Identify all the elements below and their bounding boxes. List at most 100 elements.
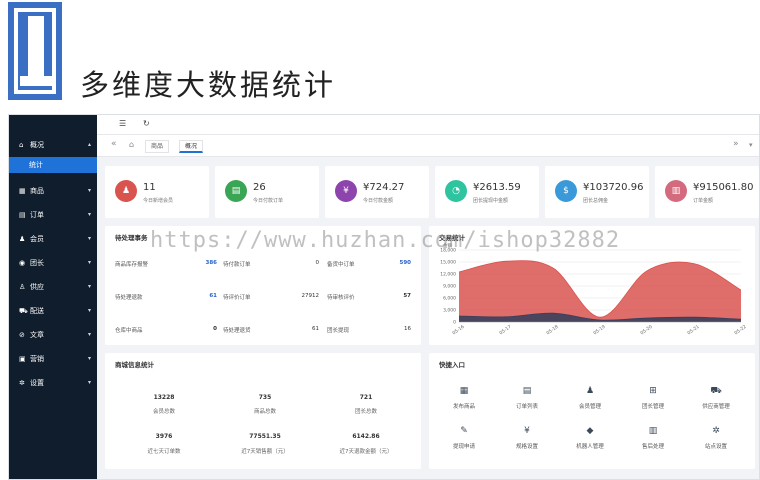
panel-title: 商城信息统计	[115, 361, 154, 369]
quick-entry-leader-management[interactable]: ⊞ 团长管理	[623, 385, 683, 410]
panel-title: 待处理事务	[115, 234, 148, 242]
stat-value: ¥2613.59	[473, 182, 521, 193]
sidebar-item-delivery[interactable]: ⛟ 配送 ▾	[9, 299, 97, 323]
stat-card-paid-orders[interactable]: ▤ 26 今日付款订单	[215, 166, 319, 218]
sidebar-item-supply[interactable]: ♙ 供应 ▾	[9, 275, 97, 299]
todo-value: 27912	[301, 293, 320, 299]
quick-entry-publish-product[interactable]: ▦ 发布商品	[434, 385, 494, 410]
stat-card-commission[interactable]: $ ¥103720.96 团长总佣金	[545, 166, 649, 218]
sidebar-item-label: 设置	[30, 379, 44, 387]
sidebar-item-marketing[interactable]: ▣ 营销 ▾	[9, 347, 97, 371]
chevron-down-icon: ▾	[87, 235, 91, 242]
tag-icon: ◆	[586, 426, 594, 436]
sidebar-item-articles[interactable]: ⊘ 文章 ▾	[9, 323, 97, 347]
tab-menu-icon[interactable]: ▾	[749, 141, 753, 149]
info-value: 3976	[155, 433, 173, 440]
stat-value: 26	[253, 182, 266, 193]
refresh-icon[interactable]: ↻	[143, 119, 150, 128]
quick-entry-after-sales[interactable]: ▥ 售后处理	[623, 425, 683, 450]
trade-chart-panel: 交易统计 金额 18,000 15,000 12,000 9,000 6,000 3,00…	[429, 226, 755, 345]
quick-entry-label: 规格设置	[515, 444, 538, 450]
quick-entry-site-settings[interactable]: ✲ 站点设置	[686, 425, 746, 450]
home-tab-icon[interactable]: ⌂	[129, 140, 134, 149]
banner: 多维度大数据统计	[0, 0, 760, 112]
stat-label: 今日新增会员	[143, 198, 174, 204]
product-icon: ▦	[459, 386, 469, 396]
todo-value: 0	[213, 326, 217, 332]
info-label: 近7天退款金额（元）	[339, 449, 393, 455]
quick-entry-robot-management[interactable]: ◆ 机器人管理	[560, 425, 620, 450]
tab-scroll-right-icon[interactable]: »	[733, 139, 739, 149]
todo-label[interactable]: 待审核评价	[327, 293, 355, 301]
quick-entry-member-management[interactable]: ♟ 会员管理	[560, 385, 620, 410]
truck-icon: ⛟	[19, 307, 28, 315]
sidebar-item-label: 文章	[30, 331, 44, 339]
pie-icon: ◔	[445, 180, 467, 202]
info-label: 近7天销售额（元）	[241, 449, 289, 455]
stat-card-order-amount[interactable]: ▥ ¥915061.80 订单金额	[655, 166, 759, 218]
sidebar-item-label: 配送	[30, 307, 44, 315]
tab-overview[interactable]: 概况	[179, 140, 204, 153]
chart-series-area-0	[459, 260, 741, 322]
todo-label[interactable]: 待处理退款	[115, 293, 143, 301]
sidebar-item-orders[interactable]: ▤ 订单 ▾	[9, 203, 97, 227]
chevron-down-icon: ▾	[87, 187, 91, 194]
quick-entry-spec-settings[interactable]: ¥ 规格设置	[497, 425, 557, 450]
todo-label[interactable]: 待处理退货	[223, 326, 251, 334]
marketing-icon: ▣	[19, 355, 26, 363]
quick-entry-withdraw-request[interactable]: ✎ 提现申请	[434, 425, 494, 450]
sidebar-subitem-statistics[interactable]: 统计	[9, 157, 97, 173]
chart-y-tick-label: 9,000	[443, 284, 456, 290]
quick-entry-label: 机器人管理	[576, 444, 604, 450]
info-value: 77551.35	[249, 433, 281, 440]
stat-value: 11	[143, 182, 156, 193]
todo-label[interactable]: 团长提现	[327, 326, 349, 334]
chart-x-tick-label: 05-21	[686, 324, 700, 336]
tab-products[interactable]: 商品	[145, 140, 170, 153]
todo-label[interactable]: 商品库存报警	[115, 260, 148, 268]
clipboard-icon: ▤	[522, 386, 532, 396]
chart-y-tick-label: 3,000	[443, 308, 456, 314]
stat-card-paid-amount[interactable]: ¥ ¥724.27 今日付款金额	[325, 166, 429, 218]
chart-x-tick-label: 05-22	[733, 324, 747, 336]
menu-toggle-icon[interactable]: ☰	[119, 119, 126, 128]
stat-value: ¥915061.80	[693, 182, 754, 193]
sidebar-item-label: 团长	[30, 259, 44, 267]
todo-label[interactable]: 待付款订单	[223, 260, 251, 268]
quick-entry-supplier-management[interactable]: ⛟ 供应商管理	[686, 385, 746, 410]
sidebar-item-members[interactable]: ♟ 会员 ▾	[9, 227, 97, 251]
todo-value: 61	[312, 326, 319, 332]
trade-chart: 18,000 15,000 12,000 9,000 6,000 3,000 005-16 0…	[440, 248, 747, 337]
stat-card-withdrawing[interactable]: ◔ ¥2613.59 团长提现中金额	[435, 166, 539, 218]
sidebar-item-products[interactable]: ▦ 商品 ▾	[9, 179, 97, 203]
chevron-down-icon: ▾	[87, 307, 91, 314]
document-icon: ▤	[19, 211, 26, 219]
aftersale-icon: ▥	[648, 426, 658, 436]
tab-scroll-left-icon[interactable]: «	[111, 139, 117, 149]
quick-entry-label: 会员管理	[578, 404, 601, 410]
todo-label[interactable]: 待评价订单	[223, 293, 251, 301]
order-icon: ▤	[225, 180, 247, 202]
sidebar-item-label: 订单	[30, 211, 44, 219]
stat-label: 订单金额	[693, 198, 714, 204]
todo-panel: 待处理事务 商品库存报警 386 待付款订单 0 备货中订单 590 待处理退款…	[105, 226, 421, 345]
sidebar-item-settings[interactable]: ✲ 设置 ▾	[9, 371, 97, 395]
todo-label[interactable]: 备货中订单	[327, 260, 355, 268]
quick-entry-label: 供应商管理	[702, 404, 730, 410]
sidebar-item-overview[interactable]: ⌂ 概况 ▴	[9, 133, 97, 157]
quick-entry-order-list[interactable]: ▤ 订单列表	[497, 385, 557, 410]
yen-circle-icon: ¥	[524, 426, 530, 436]
stat-card-new-members[interactable]: ♟ 11 今日新增会员	[105, 166, 209, 218]
todo-label[interactable]: 仓库中商品	[115, 326, 143, 334]
home-icon: ⌂	[19, 141, 24, 149]
chart-y-tick-label: 12,000	[440, 272, 456, 278]
chart-y-tick-label: 0	[453, 320, 456, 326]
sidebar-item-leaders[interactable]: ◉ 团长 ▾	[9, 251, 97, 275]
quick-entry-label: 站点设置	[704, 444, 727, 450]
chart-y-tick-label: 6,000	[443, 296, 456, 302]
info-value: 735	[258, 394, 272, 401]
todo-value: 57	[403, 293, 411, 299]
settings-icon: ✲	[712, 426, 720, 436]
chart-x-tick-label: 05-18	[545, 324, 559, 336]
supplier-icon: ♙	[19, 283, 26, 291]
